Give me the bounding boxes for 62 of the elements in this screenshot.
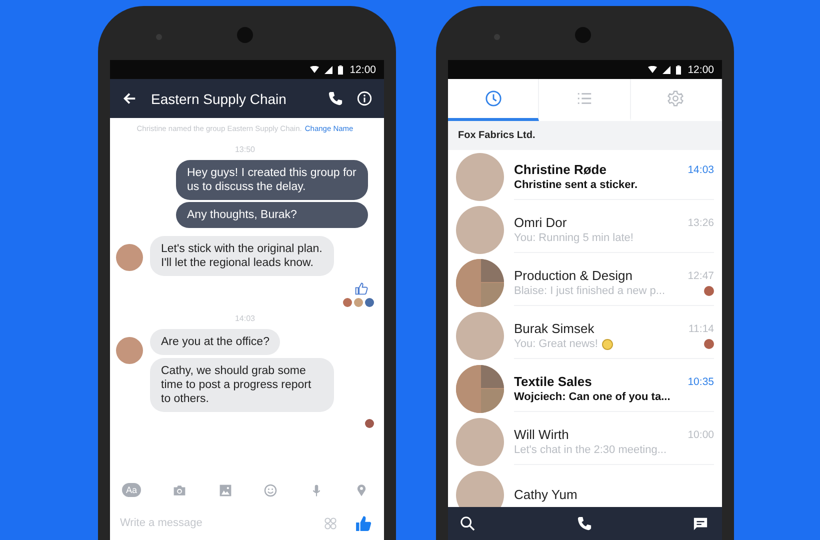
message-time: 11:14 — [688, 322, 714, 334]
avatar — [116, 337, 143, 364]
contact-name: Omri Dor — [514, 215, 568, 230]
smiley-icon[interactable] — [264, 484, 278, 496]
contact-name: Burak Simsek — [514, 321, 596, 336]
avatar — [116, 244, 143, 271]
thumbs-up-icon — [355, 282, 368, 295]
message-input-field[interactable]: Write a message — [118, 516, 306, 530]
contact-name: Textile Sales — [514, 374, 593, 389]
message-time: 14:03 — [688, 164, 714, 176]
conversation-row[interactable]: Will Wirth 10:00 Let's chat in the 2:30 meeting... — [448, 415, 722, 468]
phone-icon[interactable] — [328, 91, 343, 106]
wifi-icon — [310, 66, 319, 74]
sent-message-bubble: Any thoughts, Burak? — [176, 202, 368, 228]
clock-icon — [484, 90, 502, 107]
contact-name: Production & Design — [514, 268, 634, 283]
message-time: 10:35 — [688, 376, 714, 388]
contact-name: Cathy Yum — [514, 487, 578, 502]
search-icon[interactable] — [460, 516, 475, 531]
message-preview: Christine sent a sticker. — [514, 179, 638, 191]
received-message-bubble: Are you at the office? — [150, 329, 280, 355]
location-pin-icon[interactable] — [354, 484, 368, 496]
contact-name: Will Wirth — [514, 427, 570, 442]
conversation-row[interactable]: Textile Sales 10:35 Wojciech: Can one of you ta... — [448, 362, 722, 415]
image-icon[interactable] — [218, 484, 232, 496]
conversation-row[interactable]: Production & Design 12:47 Blaise: I just finished a new p... — [448, 256, 722, 309]
battery-icon — [338, 64, 343, 74]
conversation-row[interactable]: Omri Dor 13:26 You: Running 5 min late! — [448, 203, 722, 256]
list-icon — [576, 90, 593, 107]
message-time: 10:00 — [688, 428, 714, 440]
message-preview: You: Great news! — [514, 338, 598, 350]
conversation-row[interactable]: Burak Simsek 11:14 You: Great news! — [448, 309, 722, 362]
received-message-bubble: Cathy, we should grab some time to post a progress report to others. — [150, 358, 334, 412]
conversation-title: Eastern Supply Chain — [151, 90, 288, 106]
message-preview: Blaise: I just finished a new p... — [514, 285, 666, 297]
section-header: Fox Fabrics Ltd. — [448, 121, 722, 150]
camera-icon[interactable] — [173, 484, 186, 496]
thumbs-up-icon[interactable] — [355, 514, 372, 532]
settings-icon — [667, 90, 684, 107]
new-message-icon[interactable] — [693, 516, 708, 531]
wifi-icon — [648, 66, 657, 74]
camera-lens — [237, 27, 253, 43]
conversation-row[interactable]: Christine Røde 14:03 Christine sent a sticker. — [448, 150, 722, 203]
back-arrow-icon[interactable] — [122, 91, 137, 106]
signal-icon — [324, 66, 333, 74]
signal-icon — [662, 66, 671, 74]
status-time: 12:00 — [688, 64, 714, 76]
contact-name: Christine Røde — [514, 162, 608, 177]
phone-icon[interactable] — [576, 516, 592, 531]
info-icon[interactable] — [357, 91, 372, 106]
message-preview: Wojciech: Can one of you ta... — [514, 391, 670, 403]
message-preview: You: Running 5 min late! — [514, 232, 634, 244]
message-time: 13:26 — [688, 216, 714, 228]
timestamp: 13:50 — [234, 145, 256, 154]
message-preview: Let's chat in the 2:30 meeting... — [514, 444, 667, 456]
message-time: 12:47 — [688, 270, 714, 282]
camera-lens — [575, 27, 591, 43]
received-message-bubble: Let's stick with the original plan. I'll let the regional leads know. — [150, 236, 334, 276]
status-time: 12:00 — [350, 64, 376, 76]
battery-icon — [676, 64, 681, 74]
sent-message-bubble: Hey guys! I created this group for us to discuss the delay. — [176, 160, 368, 200]
timestamp: 14:03 — [234, 314, 256, 323]
